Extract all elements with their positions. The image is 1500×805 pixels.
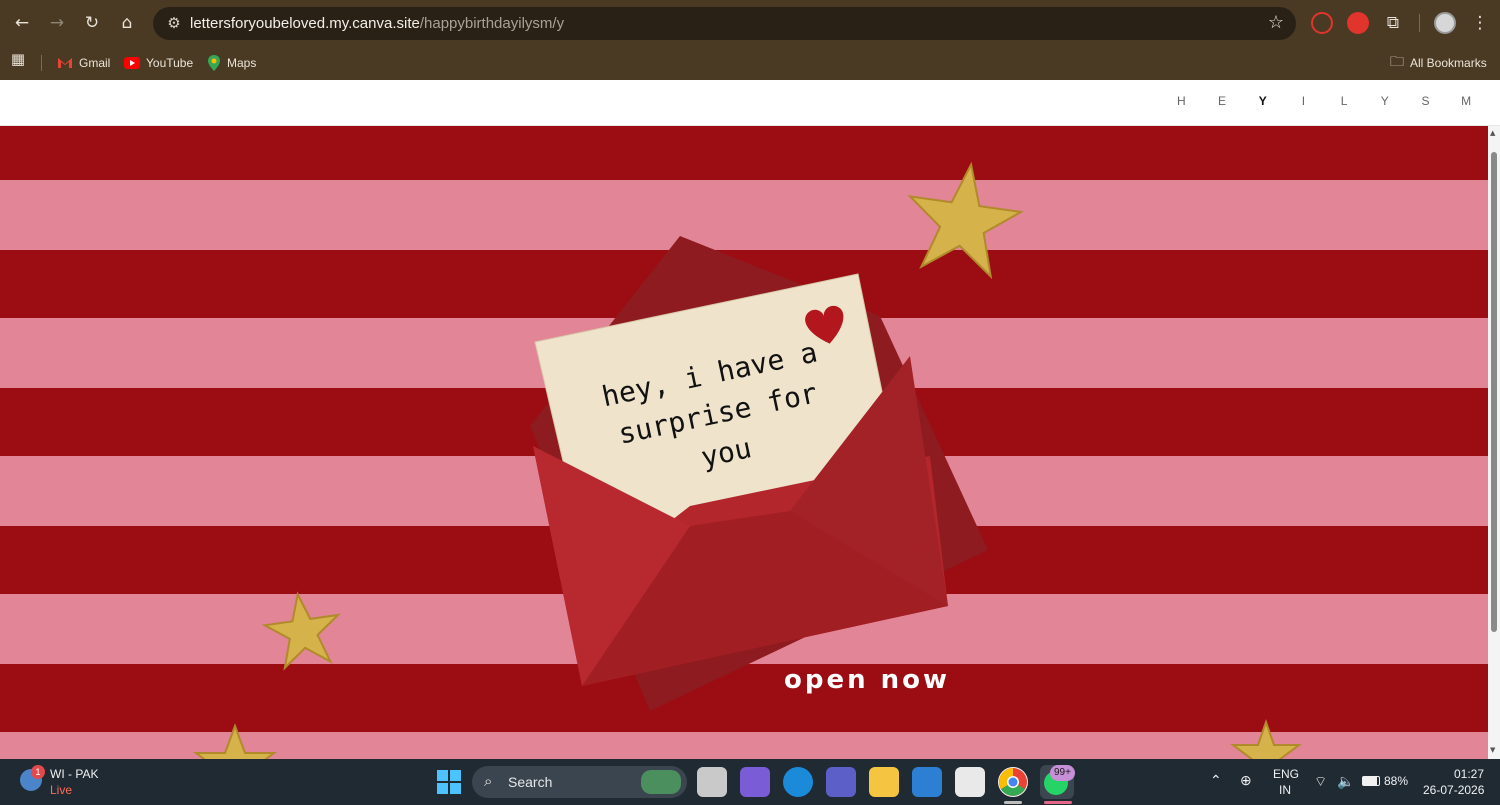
tray-chevron-icon[interactable]: ⌃ [1210,772,1222,789]
bookmark-label: Maps [227,56,257,70]
clock-date[interactable]: 26-07-2026 [1423,783,1484,797]
bookmark-gmail[interactable]: Gmail [57,52,110,74]
weather-title[interactable]: WI - PAK [50,767,98,781]
nav-link[interactable]: M [1446,94,1487,108]
nav-link[interactable]: H [1162,94,1203,108]
extensions-puzzle-icon[interactable]: ⧉ [1381,11,1405,35]
app-icon[interactable] [912,767,942,797]
url-text[interactable]: lettersforyoubeloved.my.canva.site/happy… [190,15,564,32]
weather-sub[interactable]: Live [50,783,72,797]
edge-icon[interactable] [783,767,813,797]
windows-taskbar: 1 WI - PAK Live ⌕ Search 99+ ⌃ ⊕ ENG IN … [0,759,1500,805]
windows-start-icon[interactable] [434,767,464,797]
chrome-active-indicator [1004,801,1022,804]
open-now-button[interactable]: open now [784,665,950,695]
browser-toolbar: ← → ↻ ⌂ ⚙ lettersforyoubeloved.my.canva.… [0,0,1500,46]
extension-hand-icon[interactable] [1347,12,1369,34]
url-host: lettersforyoubeloved.my.canva.site [190,15,420,32]
nav-link[interactable]: L [1324,94,1365,108]
nav-link[interactable]: I [1284,94,1325,108]
profile-avatar[interactable] [1434,12,1456,34]
bookmarks-divider [41,55,42,71]
apps-grid-icon[interactable]: ▦ [6,47,30,71]
search-label: Search [508,774,553,790]
search-icon: ⌕ [484,772,493,790]
lang-bottom[interactable]: IN [1279,783,1291,797]
youtube-icon [124,57,140,69]
lang-top[interactable]: ENG [1273,767,1299,781]
all-bookmarks-label: All Bookmarks [1410,56,1487,70]
wifi-icon[interactable]: ⌔ [1314,773,1327,791]
battery-icon[interactable] [1362,776,1380,786]
battery-percent: 88% [1384,774,1409,788]
whatsapp-badge: 99+ [1050,765,1075,781]
scrollbar-thumb[interactable] [1491,152,1497,632]
maps-pin-icon [208,55,220,71]
file-explorer-icon[interactable] [869,767,899,797]
chrome-icon[interactable] [998,767,1028,797]
volume-icon[interactable]: 🔈 [1337,773,1354,790]
bookmark-star-icon[interactable]: ☆ [1268,12,1284,34]
all-bookmarks[interactable]: 🗀 All Bookmarks [1390,52,1487,74]
ms-store-icon[interactable] [955,767,985,797]
site-info-icon[interactable]: ⚙ [162,11,186,35]
extension-record-icon[interactable] [1311,12,1333,34]
teams-icon[interactable] [826,767,856,797]
whatsapp-active-indicator [1044,801,1072,804]
home-icon[interactable]: ⌂ [115,11,139,35]
bookmarks-bar: ▦ Gmail YouTube Maps 🗀 All Bookmarks [0,46,1500,80]
bookmark-label: Gmail [79,56,111,70]
nav-link[interactable]: S [1406,94,1447,108]
scroll-down-icon[interactable]: ▼ [1490,746,1495,754]
copilot-icon[interactable] [740,767,770,797]
nav-link[interactable]: E [1202,94,1243,108]
weather-badge: 1 [31,765,45,779]
star-icon [261,591,341,671]
reload-icon[interactable]: ↻ [80,11,104,35]
forward-arrow-icon[interactable]: → [45,11,69,35]
address-bar[interactable]: ⚙ lettersforyoubeloved.my.canva.site/hap… [153,7,1296,40]
url-path: /happybirthdayilysm/y [419,15,565,32]
search-highlight-icon [641,770,681,794]
task-view-icon[interactable] [697,767,727,797]
taskbar-search[interactable]: ⌕ Search [472,766,687,798]
scroll-up-icon[interactable]: ▲ [1490,129,1495,137]
folder-icon: 🗀 [1390,53,1404,69]
tray-app-icon[interactable]: ⊕ [1240,772,1252,789]
toolbar-divider [1419,14,1420,32]
bookmark-youtube[interactable]: YouTube [124,52,193,74]
star-icon [193,723,277,759]
gmail-icon [58,58,72,68]
nav-link-active[interactable]: Y [1243,94,1284,108]
hero-canvas: hey, i have a surprise for you [0,126,1488,759]
star-icon [1230,718,1302,759]
bookmark-maps[interactable]: Maps [207,52,256,74]
nav-link[interactable]: Y [1365,94,1406,108]
back-arrow-icon[interactable]: ← [10,11,34,35]
menu-kebab-icon[interactable]: ⋮ [1468,11,1492,35]
page-scrollbar[interactable]: ▲ ▼ [1488,126,1500,759]
site-nav: H E Y I L Y S M [1162,94,1488,108]
star-icon [907,161,1025,280]
clock-time[interactable]: 01:27 [1454,767,1484,781]
bookmark-label: YouTube [146,56,194,70]
site-header: H E Y I L Y S M [0,80,1500,126]
